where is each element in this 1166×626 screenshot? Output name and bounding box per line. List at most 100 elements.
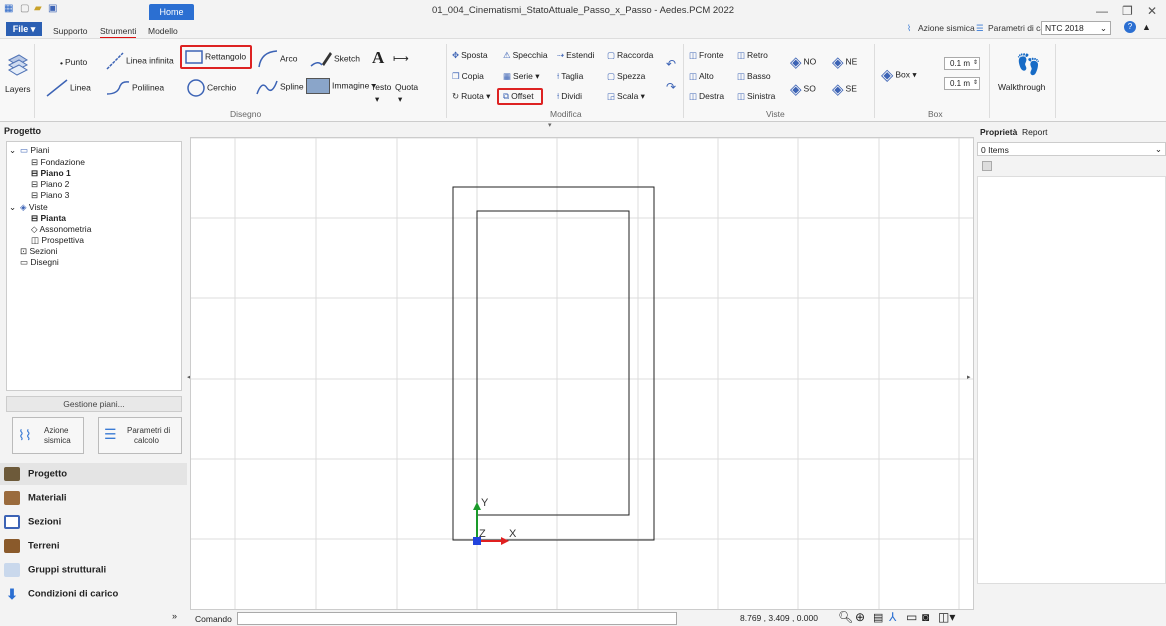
tree-node-pianta[interactable]: ⊟ Pianta <box>31 213 66 224</box>
minimize-button[interactable]: — <box>1096 4 1108 18</box>
layers-icon[interactable] <box>7 52 29 76</box>
rotate-button[interactable]: ↻ Ruota ▾ <box>452 91 490 102</box>
mirror-button[interactable]: ⚠ Specchia <box>503 50 548 61</box>
dimension-button[interactable]: Quota <box>395 82 418 92</box>
axes-icon[interactable]: ⅄ <box>889 610 896 624</box>
tree-node-piano3[interactable]: ⊟ Piano 3 <box>31 190 69 201</box>
camera-icon[interactable]: ◙ <box>922 610 929 624</box>
nav-overflow-icon[interactable]: » <box>172 611 177 621</box>
nav-terreni[interactable]: Terreni <box>4 539 60 553</box>
zoom-extents-icon[interactable]: ⊕ <box>855 610 865 624</box>
ruler-icon[interactable]: ▭ <box>906 610 917 624</box>
nav-sezioni[interactable]: Sezioni <box>4 515 61 529</box>
rectangle-button[interactable]: Rettangolo <box>185 50 246 64</box>
spline-button[interactable]: Spline <box>256 78 304 96</box>
array-button[interactable]: ▦ Serie ▾ <box>503 71 540 82</box>
grid-toggle-icon[interactable]: ▤ <box>873 611 883 624</box>
text-icon[interactable]: A <box>372 48 384 68</box>
nav-materiali[interactable]: Materiali <box>4 491 67 505</box>
outer-rectangle[interactable] <box>452 186 655 541</box>
view-right-button[interactable]: ◫ Destra <box>689 91 724 102</box>
collapse-ribbon-icon[interactable]: ▲ <box>1142 22 1151 32</box>
tree-expand-icon[interactable]: ⌄ <box>9 145 16 156</box>
ribbon-expand-icon[interactable]: ▾ <box>548 121 552 129</box>
line-button[interactable]: Linea <box>46 79 91 97</box>
move-button[interactable]: ✥ Sposta <box>452 50 488 61</box>
infinite-line-button[interactable]: Linea infinita <box>106 52 174 70</box>
offset-button[interactable]: ⧉ Offset <box>503 91 534 102</box>
help-icon[interactable]: ? <box>1124 21 1136 33</box>
properties-sort-icon[interactable] <box>982 161 992 171</box>
break-button[interactable]: ▢ Spezza <box>607 71 645 82</box>
view-back-label: Retro <box>747 50 768 60</box>
tree-node-prospettiva[interactable]: ◫ Prospettiva <box>31 235 84 246</box>
view-se-button[interactable]: ◈ SE <box>832 80 857 98</box>
tree-node-fondazione[interactable]: ⊟ Fondazione <box>31 157 85 168</box>
view-ne-button[interactable]: ◈ NE <box>832 53 857 71</box>
tab-report[interactable]: Report <box>1022 127 1048 137</box>
calc-params-button[interactable]: ☰ Parametri di calcolo <box>98 417 182 454</box>
tree-node-piani[interactable]: ▭ Piani <box>20 145 49 156</box>
zoom-icon[interactable]: 🔍︎ <box>838 610 853 624</box>
image-button[interactable]: Immagine ▾ <box>306 78 376 94</box>
text-button[interactable]: Testo <box>371 82 391 92</box>
seismic-action-button[interactable]: ⌇⌇ Azione sismica <box>12 417 84 454</box>
view-left-button[interactable]: ◫ Sinistra <box>737 91 775 102</box>
view-so-button[interactable]: ◈ SO <box>790 80 816 98</box>
floor-management-button[interactable]: Gestione piani... <box>6 396 182 412</box>
view-top-button[interactable]: ◫ Alto <box>689 71 714 82</box>
redo-icon[interactable]: ↷ <box>666 80 676 94</box>
walkthrough-button[interactable]: Walkthrough <box>998 82 1045 92</box>
text-dropdown-icon[interactable]: ▾ <box>375 94 379 105</box>
view-back-button[interactable]: ◫ Retro <box>737 50 768 61</box>
trim-button[interactable]: ⟊ Taglia <box>557 71 583 82</box>
dimension-icon[interactable]: ⟼ <box>393 52 409 65</box>
extend-button[interactable]: ⇢ Estendi <box>557 50 594 61</box>
tree-node-piano2[interactable]: ⊟ Piano 2 <box>31 179 69 190</box>
scale-button[interactable]: ◲ Scala ▾ <box>607 91 645 102</box>
polyline-button[interactable]: Polilinea <box>106 80 164 96</box>
tree-node-viste[interactable]: ◈ Viste <box>20 202 48 213</box>
right-splitter-arrow-icon[interactable]: ▸ <box>967 373 971 381</box>
command-label: Comando <box>195 614 232 624</box>
point-button[interactable]: • Punto <box>60 57 87 68</box>
box-spinner-2[interactable]: 0.1 m ⇕ <box>944 77 980 90</box>
arc-button[interactable]: Arco <box>258 50 297 68</box>
footprints-icon[interactable]: 👣 <box>1016 52 1041 77</box>
tab-modello[interactable]: Modello <box>148 26 178 36</box>
selection-dropdown[interactable]: 0 Items ⌄ <box>977 142 1166 156</box>
undo-icon[interactable]: ↶ <box>666 57 676 71</box>
dimension-dropdown-icon[interactable]: ▾ <box>398 94 402 105</box>
group-box: Box <box>928 109 943 119</box>
nav-progetto[interactable]: Progetto <box>4 467 67 481</box>
view-bottom-button[interactable]: ◫ Basso <box>737 71 771 82</box>
tree-node-sezioni[interactable]: ⊡ Sezioni <box>20 246 57 257</box>
seismic-action-link[interactable]: Azione sismica <box>918 23 975 33</box>
tree-expand-icon[interactable]: ⌄ <box>9 202 16 213</box>
command-input[interactable] <box>237 612 677 625</box>
view-front-button[interactable]: ◫ Fronte <box>689 50 724 61</box>
file-menu-button[interactable]: File ▾ <box>6 22 42 36</box>
tab-proprieta[interactable]: Proprietà <box>980 127 1017 137</box>
tab-supporto[interactable]: Supporto <box>53 26 88 36</box>
tree-node-piano1[interactable]: ⊟ Piano 1 <box>31 168 71 179</box>
sketch-button[interactable]: Sketch <box>310 50 360 68</box>
close-button[interactable]: ✕ <box>1147 4 1157 18</box>
box-spinner-1[interactable]: 0.1 m ⇕ <box>944 57 980 70</box>
norm-select[interactable]: NTC 2018 ⌄ <box>1041 21 1111 35</box>
view-no-button[interactable]: ◈ NO <box>790 53 816 71</box>
tree-node-assonometria[interactable]: ◇ Assonometria <box>31 224 91 235</box>
restore-button[interactable]: ❐ <box>1122 4 1133 18</box>
tree-node-disegni[interactable]: ▭ Disegni <box>20 257 59 268</box>
fillet-button[interactable]: ▢ Raccorda <box>607 50 653 61</box>
copy-button[interactable]: ❐ Copia <box>452 71 484 82</box>
nav-condizioni[interactable]: ⬇ Condizioni di carico <box>4 587 118 601</box>
nav-gruppi[interactable]: Gruppi strutturali <box>4 563 106 577</box>
divide-button[interactable]: ⟊ Dividi <box>557 91 582 102</box>
panels-icon[interactable]: ◫▾ <box>938 610 955 624</box>
circle-button[interactable]: Cerchio <box>187 79 236 97</box>
drawing-canvas[interactable]: Y Z X <box>190 137 974 610</box>
layers-label[interactable]: Layers <box>5 84 31 94</box>
box-button[interactable]: ◈ Box ▾ <box>881 65 917 85</box>
offset-rectangle[interactable] <box>476 210 630 516</box>
